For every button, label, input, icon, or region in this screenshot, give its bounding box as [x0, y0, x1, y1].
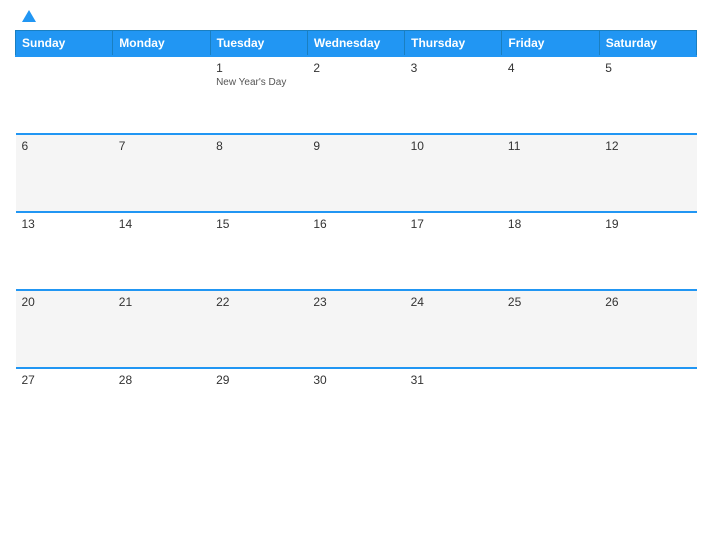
- calendar-cell: 18: [502, 212, 599, 290]
- day-number: 11: [508, 139, 593, 153]
- day-number: 4: [508, 61, 593, 75]
- calendar-cell: 20: [16, 290, 113, 368]
- day-number: 9: [313, 139, 398, 153]
- calendar-container: SundayMondayTuesdayWednesdayThursdayFrid…: [0, 0, 712, 550]
- calendar-cell: [502, 368, 599, 446]
- day-number: 13: [22, 217, 107, 231]
- calendar-cell: 22: [210, 290, 307, 368]
- calendar-cell: 31: [405, 368, 502, 446]
- day-number: 29: [216, 373, 301, 387]
- day-number: 26: [605, 295, 690, 309]
- week-row-2: 13 14 15 16 17 18 19: [16, 212, 697, 290]
- day-number: 5: [605, 61, 690, 75]
- day-number: 16: [313, 217, 398, 231]
- calendar-cell: 4: [502, 56, 599, 134]
- day-number: 8: [216, 139, 301, 153]
- day-number: 6: [22, 139, 107, 153]
- day-header-sunday: Sunday: [16, 31, 113, 57]
- calendar-cell: 3: [405, 56, 502, 134]
- day-number: 20: [22, 295, 107, 309]
- calendar-cell: 10: [405, 134, 502, 212]
- day-header-saturday: Saturday: [599, 31, 696, 57]
- calendar-cell: [16, 56, 113, 134]
- day-header-wednesday: Wednesday: [307, 31, 404, 57]
- calendar-cell: 28: [113, 368, 210, 446]
- day-number: 17: [411, 217, 496, 231]
- calendar-cell: 12: [599, 134, 696, 212]
- calendar-cell: [599, 368, 696, 446]
- day-number: 15: [216, 217, 301, 231]
- day-header-monday: Monday: [113, 31, 210, 57]
- calendar-header: [15, 10, 697, 22]
- day-number: 14: [119, 217, 204, 231]
- calendar-cell: 15: [210, 212, 307, 290]
- day-header-tuesday: Tuesday: [210, 31, 307, 57]
- day-header-friday: Friday: [502, 31, 599, 57]
- day-number: 24: [411, 295, 496, 309]
- day-number: 7: [119, 139, 204, 153]
- day-number: 27: [22, 373, 107, 387]
- calendar-cell: 19: [599, 212, 696, 290]
- logo-triangle-icon: [22, 10, 36, 22]
- calendar-cell: 6: [16, 134, 113, 212]
- week-row-4: 27 28 29 30 31: [16, 368, 697, 446]
- day-number: 19: [605, 217, 690, 231]
- day-number: 10: [411, 139, 496, 153]
- day-number: 21: [119, 295, 204, 309]
- calendar-cell: 30: [307, 368, 404, 446]
- calendar-cell: 24: [405, 290, 502, 368]
- day-number: 28: [119, 373, 204, 387]
- calendar-cell: 8: [210, 134, 307, 212]
- day-number: 12: [605, 139, 690, 153]
- calendar-cell: 26: [599, 290, 696, 368]
- calendar-cell: 11: [502, 134, 599, 212]
- logo: [20, 10, 36, 22]
- holiday-label: New Year's Day: [216, 77, 301, 88]
- calendar-cell: 7: [113, 134, 210, 212]
- calendar-cell: 14: [113, 212, 210, 290]
- days-header-row: SundayMondayTuesdayWednesdayThursdayFrid…: [16, 31, 697, 57]
- week-row-3: 20 21 22 23 24 25 26: [16, 290, 697, 368]
- calendar-cell: 27: [16, 368, 113, 446]
- calendar-cell: 1 New Year's Day: [210, 56, 307, 134]
- day-number: 30: [313, 373, 398, 387]
- day-number: 2: [313, 61, 398, 75]
- day-number: 3: [411, 61, 496, 75]
- calendar-cell: 13: [16, 212, 113, 290]
- day-number: 22: [216, 295, 301, 309]
- calendar-cell: 21: [113, 290, 210, 368]
- calendar-cell: 5: [599, 56, 696, 134]
- week-row-1: 6789 10 11 12: [16, 134, 697, 212]
- day-number: 31: [411, 373, 496, 387]
- calendar-cell: 16: [307, 212, 404, 290]
- calendar-cell: 29: [210, 368, 307, 446]
- calendar-cell: 23: [307, 290, 404, 368]
- day-number: 18: [508, 217, 593, 231]
- calendar-cell: 25: [502, 290, 599, 368]
- calendar-table: SundayMondayTuesdayWednesdayThursdayFrid…: [15, 30, 697, 446]
- calendar-cell: [113, 56, 210, 134]
- week-row-0: 1 New Year's Day 2345: [16, 56, 697, 134]
- calendar-cell: 9: [307, 134, 404, 212]
- calendar-cell: 17: [405, 212, 502, 290]
- day-number: 1: [216, 61, 301, 75]
- calendar-cell: 2: [307, 56, 404, 134]
- day-number: 23: [313, 295, 398, 309]
- day-number: 25: [508, 295, 593, 309]
- day-header-thursday: Thursday: [405, 31, 502, 57]
